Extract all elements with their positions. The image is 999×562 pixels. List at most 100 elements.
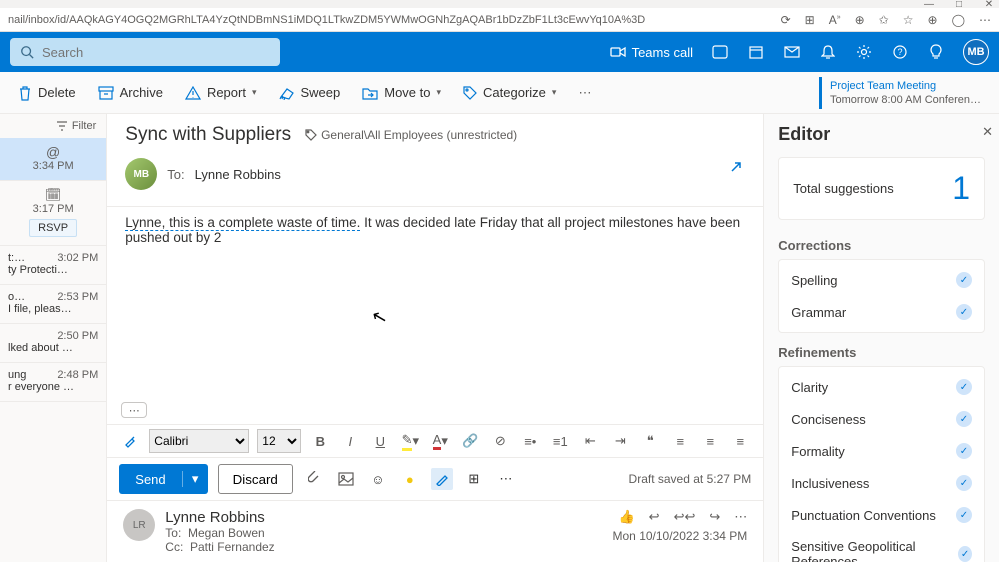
meet-now-icon[interactable]: [711, 43, 729, 61]
sync-icon[interactable]: ⟳: [781, 13, 791, 27]
browser-url-bar: nail/inbox/id/AAQkAGY4OGQ2MGRhLTA4YzQtND…: [0, 8, 999, 32]
search-input[interactable]: [42, 45, 270, 60]
thread-message[interactable]: LR Lynne Robbins To: Megan Bowen Cc: Pat…: [107, 500, 763, 562]
star-icon[interactable]: ☆: [903, 13, 914, 27]
compose-body[interactable]: Lynne, this is a complete waste of time.…: [107, 207, 763, 396]
image-icon[interactable]: [335, 468, 357, 490]
list-item[interactable]: t:…3:02 PM ty Protecti…: [0, 246, 106, 285]
to-label: To:: [167, 167, 184, 182]
refinement-row[interactable]: Conciseness✓: [779, 403, 984, 435]
numbering-button[interactable]: ≡1: [549, 430, 571, 452]
total-number: 1: [952, 170, 970, 207]
editor-pane: ✕ Editor Total suggestions 1 Corrections…: [764, 114, 999, 562]
clear-format-button[interactable]: ⊘: [489, 430, 511, 452]
maximize-icon[interactable]: □: [953, 0, 965, 10]
upcoming-meeting-chip[interactable]: Project Team Meeting Tomorrow 8:00 AM Co…: [819, 77, 981, 109]
refinement-row[interactable]: Formality✓: [779, 435, 984, 467]
like-icon[interactable]: 👍: [618, 509, 634, 525]
to-value: Lynne Robbins: [195, 167, 281, 182]
list-item[interactable]: 🗓 3:17 PM RSVP: [0, 181, 106, 246]
send-split-button[interactable]: ▾: [182, 471, 208, 487]
editor-pen-icon[interactable]: [431, 468, 453, 490]
editor-title: Editor: [778, 124, 985, 145]
emoji2-icon[interactable]: ●: [399, 468, 421, 490]
thread-avatar: LR: [123, 509, 155, 541]
align-center-button[interactable]: ≡: [699, 430, 721, 452]
reply-all-icon[interactable]: ↩↩: [674, 509, 696, 525]
profile-icon[interactable]: ◯: [952, 13, 965, 27]
quote-button[interactable]: ❝: [639, 430, 661, 452]
list-item[interactable]: o…2:53 PM I file, pleas…: [0, 285, 106, 324]
sweep-button[interactable]: Sweep: [279, 85, 341, 100]
bold-button[interactable]: B: [309, 430, 331, 452]
teams-call-button[interactable]: Teams call: [610, 45, 693, 60]
favorites-icon[interactable]: ✩: [879, 13, 889, 27]
list-item[interactable]: ung2:48 PM r everyone …: [0, 363, 106, 402]
grid-icon[interactable]: ⊞: [805, 13, 815, 27]
expand-quote-button[interactable]: ⋯: [121, 402, 147, 418]
text-size-icon[interactable]: A»: [829, 13, 841, 27]
italic-button[interactable]: I: [339, 430, 361, 452]
check-icon: ✓: [956, 411, 972, 427]
attach-icon[interactable]: [303, 468, 325, 490]
highlight-button[interactable]: ✎▾: [399, 430, 421, 452]
refinement-row[interactable]: Sensitive Geopolitical References✓: [779, 531, 984, 562]
sensitivity-tag[interactable]: General\All Employees (unrestricted): [305, 128, 517, 142]
collections-icon[interactable]: ⊕: [928, 13, 938, 27]
reply-icon[interactable]: ↩: [649, 509, 660, 525]
link-button[interactable]: 🔗: [459, 430, 481, 452]
archive-button[interactable]: Archive: [98, 85, 163, 100]
popout-icon[interactable]: [729, 160, 743, 174]
correction-spelling[interactable]: Spelling✓: [779, 264, 984, 296]
send-button[interactable]: Send ▾: [119, 464, 207, 494]
discard-button[interactable]: Discard: [218, 464, 293, 494]
font-color-button[interactable]: A▾: [429, 430, 451, 452]
settings-icon[interactable]: [855, 43, 873, 61]
indent-button[interactable]: ⇥: [609, 430, 631, 452]
bell-icon[interactable]: [819, 43, 837, 61]
rsvp-badge[interactable]: RSVP: [29, 219, 77, 237]
calendar-icon[interactable]: [747, 43, 765, 61]
emoji-icon[interactable]: ☺: [367, 468, 389, 490]
close-window-icon[interactable]: ✕: [983, 0, 995, 10]
refinement-row[interactable]: Clarity✓: [779, 371, 984, 403]
filter-button[interactable]: Filter: [0, 114, 106, 138]
refinement-row[interactable]: Punctuation Conventions✓: [779, 499, 984, 531]
align-right-button[interactable]: ≡: [729, 430, 751, 452]
close-icon[interactable]: ✕: [982, 124, 993, 140]
search-box[interactable]: [10, 38, 280, 66]
outdent-button[interactable]: ⇤: [579, 430, 601, 452]
list-item[interactable]: @ 3:34 PM: [0, 138, 106, 181]
profile-avatar[interactable]: MB: [963, 39, 989, 65]
zoom-icon[interactable]: ⊕: [855, 13, 865, 27]
more-commands[interactable]: ⋯: [578, 85, 591, 101]
more-thread-icon[interactable]: ⋯: [734, 509, 747, 525]
delete-button[interactable]: Delete: [18, 85, 76, 101]
categorize-button[interactable]: Categorize▾: [463, 85, 556, 100]
forward-icon[interactable]: ↪: [709, 509, 720, 525]
video-icon: [610, 46, 626, 58]
check-icon: ✓: [956, 475, 972, 491]
more-icon[interactable]: ⋯: [979, 13, 991, 27]
help-icon[interactable]: ?: [891, 43, 909, 61]
mail-unread-icon[interactable]: [783, 43, 801, 61]
bullets-button[interactable]: ≡•: [519, 430, 541, 452]
font-select[interactable]: Calibri: [149, 429, 249, 453]
list-item[interactable]: 2:50 PM lked about …: [0, 324, 106, 363]
apps-icon[interactable]: ⊞: [463, 468, 485, 490]
brush-icon[interactable]: [119, 430, 141, 452]
underline-button[interactable]: U: [369, 430, 391, 452]
more-send-icon[interactable]: ⋯: [495, 468, 517, 490]
minimize-icon[interactable]: —: [923, 0, 935, 10]
correction-grammar[interactable]: Grammar✓: [779, 296, 984, 328]
font-size-select[interactable]: 12: [257, 429, 301, 453]
report-button[interactable]: Report▾: [185, 85, 257, 100]
tag-icon: [305, 129, 317, 141]
lightbulb-icon[interactable]: [927, 43, 945, 61]
align-left-button[interactable]: ≡: [669, 430, 691, 452]
window-titlebar: — □ ✕: [0, 0, 999, 8]
refinement-row[interactable]: Inclusiveness✓: [779, 467, 984, 499]
total-suggestions-card[interactable]: Total suggestions 1: [778, 157, 985, 220]
move-to-button[interactable]: Move to▾: [362, 85, 441, 100]
svg-text:?: ?: [897, 47, 902, 57]
